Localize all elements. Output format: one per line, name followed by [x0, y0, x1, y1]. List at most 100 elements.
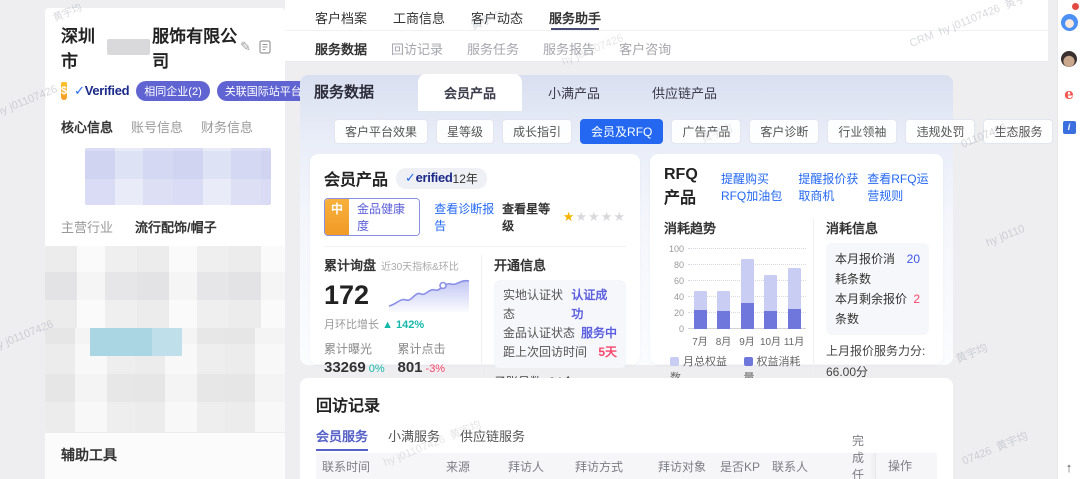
panel-title: 服务数据 [314, 84, 375, 101]
member-product-card: 会员产品 ✓erified 12年 中 金品健康度 查看诊断报告 查看星等级 ★★… [310, 154, 640, 466]
trend-title: 消耗趋势 [664, 221, 717, 236]
tab-service-assistant[interactable]: 服务助手 [549, 8, 601, 30]
col-actions: 操作 [875, 453, 937, 479]
stat-exposure: 累计曝光 33269 0% [324, 342, 385, 376]
tab-business-info[interactable]: 工商信息 [393, 8, 445, 30]
pill-growth-guide[interactable]: 成长指引 [502, 119, 573, 144]
x-axis-label: 9月 [739, 337, 755, 348]
inquiry-sparkline-chart [387, 276, 471, 315]
tab-supplychain-service[interactable]: 供应链服务 [460, 426, 525, 451]
x-axis-label: 11月 [783, 337, 805, 348]
subtab-customer-consult[interactable]: 客户咨询 [619, 39, 671, 58]
tab-member-product[interactable]: 会员产品 [418, 74, 523, 111]
subtab-service-tasks[interactable]: 服务任务 [467, 39, 519, 58]
subtab-service-data[interactable]: 服务数据 [315, 39, 367, 58]
star-rating: ★★★★★ [562, 209, 626, 224]
y-axis-tick: 100 [668, 244, 684, 254]
tab-xiaoman-service[interactable]: 小满服务 [388, 426, 440, 451]
col-contact-time: 联系时间 [322, 459, 371, 474]
legend-total-swatch [670, 357, 679, 366]
pill-ad-product[interactable]: 广告产品 [671, 119, 742, 144]
redacted-block [45, 245, 285, 328]
tab-finance-info[interactable]: 财务信息 [201, 117, 253, 136]
x-axis-label: 8月 [715, 337, 732, 348]
subtab-service-report[interactable]: 服务报告 [543, 39, 595, 58]
redacted-block [152, 327, 182, 356]
assistant-robot-icon[interactable] [1060, 14, 1078, 31]
info-icon[interactable]: i [1062, 121, 1076, 134]
pill-platform-effect[interactable]: 客户平台效果 [334, 119, 429, 144]
tab-xiaoman-product[interactable]: 小满产品 [522, 74, 626, 111]
pill-star-level[interactable]: 星等级 [436, 119, 495, 144]
edit-icon[interactable]: ✎ [240, 39, 251, 55]
visit-panel-title: 回访记录 [316, 398, 381, 415]
inquiry-total-value: 172 [324, 280, 370, 310]
rfq-card-title: RFQ产品 [664, 166, 698, 207]
consumption-bar-chart: 0 20 40 60 80 100 7月 8月 9月 10月 11月 [669, 244, 806, 348]
y-axis-tick: 40 [673, 292, 684, 302]
redacted-block [45, 327, 285, 432]
bar-7月: 7月 [690, 245, 710, 348]
bar-8月: 8月 [714, 245, 734, 348]
rfq-rules-link[interactable]: 查看RFQ运营规则 [867, 170, 929, 204]
star-level-link[interactable]: 查看星等级 [502, 200, 559, 234]
primary-tabs: 客户档案 工商信息 客户动态 服务助手 [285, 0, 1048, 31]
pill-industry-leader[interactable]: 行业领袖 [827, 119, 898, 144]
y-axis-tick: 60 [673, 276, 684, 286]
scroll-top-icon[interactable]: ↑ [1066, 460, 1073, 475]
visit-table-header: 联系时间 来源 拜访人 拜访方式 拜访对象 是否KP 联系人 完成任务 操作 [316, 434, 937, 479]
inquiry-metric-subtitle: 近30天指标&环比 [381, 262, 459, 273]
industry-value: 流行配饰/帽子 [135, 219, 217, 235]
y-axis-tick: 80 [673, 260, 684, 270]
right-toolbar: e i ↑ [1057, 0, 1080, 479]
secondary-tabs: 服务数据 回访记录 服务任务 服务报告 客户咨询 [285, 31, 1048, 58]
col-visitor: 拜访人 [508, 459, 545, 474]
subtab-visit-records[interactable]: 回访记录 [391, 39, 443, 58]
x-axis-label: 7月 [692, 337, 708, 348]
tab-account-info[interactable]: 账号信息 [131, 117, 183, 136]
col-completed-task: 完成任务 [852, 434, 865, 479]
bar-10月: 10月 [760, 245, 781, 348]
sidebar-tabs: 核心信息 账号信息 财务信息 [45, 101, 285, 146]
col-visit-method: 拜访方式 [575, 459, 624, 474]
col-source: 来源 [446, 459, 471, 474]
verified-years-badge: ✓erified 12年 [396, 167, 487, 189]
pill-customer-diagnosis[interactable]: 客户诊断 [749, 119, 820, 144]
stat-clicks: 累计点击 801 -3% [397, 342, 446, 376]
tab-customer-activity[interactable]: 客户动态 [471, 8, 523, 30]
diagnosis-report-link[interactable]: 查看诊断报告 [434, 200, 502, 234]
industry-label: 主营行业 [61, 219, 114, 235]
pill-member-rfq[interactable]: 会员及RFQ [580, 119, 664, 144]
bar-9月: 9月 [737, 245, 757, 348]
redacted-text [106, 39, 151, 55]
same-company-badge[interactable]: 相同企业(2) [136, 81, 210, 101]
member-card-title: 会员产品 [324, 172, 389, 189]
open-info-title: 开通信息 [494, 258, 547, 273]
pill-eco-service[interactable]: 生态服务 [983, 119, 1054, 144]
pill-violation[interactable]: 违规处罚 [905, 119, 976, 144]
main-nav: 客户档案 工商信息 客户动态 服务助手 服务数据 回访记录 服务任务 服务报告 … [285, 0, 1048, 62]
y-axis-tick: 0 [678, 324, 684, 334]
rfq-product-card: RFQ产品 提醒购买RFQ加油包 提醒报价获取商机 查看RFQ运营规则 消耗趋势… [650, 154, 943, 479]
gold-health-badge[interactable]: 中 金品健康度 [324, 198, 421, 236]
verified-logo: ✓Verified [74, 83, 130, 98]
redacted-block [90, 327, 152, 356]
aux-tools-section[interactable]: 辅助工具 [45, 432, 285, 479]
contact-avatar-icon[interactable] [1061, 51, 1077, 67]
buy-rfq-pack-link[interactable]: 提醒购买RFQ加油包 [721, 170, 790, 204]
red-app-logo-icon[interactable]: e [1064, 87, 1074, 102]
col-visit-target: 拜访对象 [658, 459, 707, 474]
document-icon[interactable] [259, 40, 271, 54]
company-name: 深圳市 服饰有限公司 [61, 27, 238, 71]
tab-supplychain-product[interactable]: 供应链产品 [626, 74, 743, 111]
tab-customer-archive[interactable]: 客户档案 [315, 8, 367, 30]
quote-opportunity-link[interactable]: 提醒报价获取商机 [798, 170, 859, 204]
customer-sidebar: 深圳市 服饰有限公司 ✎ $ ✓Verified 相同企业(2) 关联国际站平台(… [45, 8, 324, 479]
watermark: 黄宇均 [954, 342, 990, 366]
tab-core-info[interactable]: 核心信息 [61, 117, 113, 136]
consumption-info-title: 消耗信息 [826, 221, 879, 236]
y-axis-tick: 20 [673, 308, 684, 318]
filter-pills: 客户平台效果 星等级 成长指引 会员及RFQ 广告产品 客户诊断 行业领袖 违规… [300, 111, 1054, 144]
redacted-block [85, 148, 271, 205]
tab-member-service[interactable]: 会员服务 [316, 426, 369, 451]
